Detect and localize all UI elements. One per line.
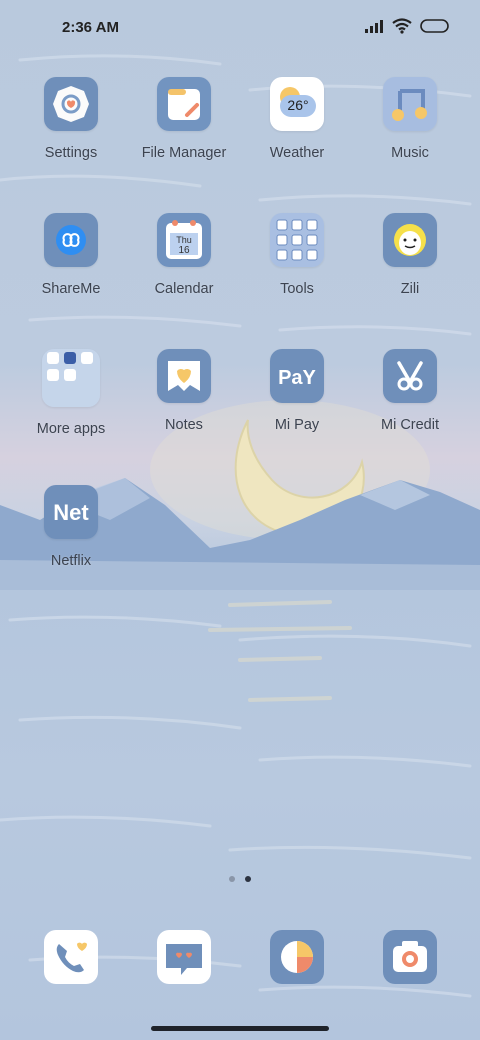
app-label: Netflix: [50, 553, 92, 569]
more-apps-icon: [42, 349, 100, 407]
dock-browser[interactable]: [270, 930, 324, 984]
app-label: Calendar: [154, 281, 214, 297]
app-label: Settings: [44, 145, 98, 161]
app-weather[interactable]: 26° Weather: [241, 77, 353, 189]
app-music[interactable]: Music: [354, 77, 466, 189]
calendar-day: Thu: [176, 235, 192, 245]
dock-camera[interactable]: [383, 930, 437, 984]
app-label: Mi Credit: [380, 417, 439, 433]
tools-icon: [270, 213, 324, 267]
status-time: 2:36 AM: [62, 19, 119, 36]
weather-icon: 26°: [270, 77, 324, 131]
mi-credit-icon: [383, 349, 437, 403]
page-dot: [229, 876, 235, 882]
app-label: Weather: [269, 145, 325, 161]
home-indicator[interactable]: [151, 1026, 329, 1031]
app-tools[interactable]: Tools: [241, 213, 353, 325]
dock: [0, 926, 480, 986]
app-label: Tools: [280, 281, 314, 297]
dock-phone[interactable]: [44, 930, 98, 984]
app-label: Mi Pay: [274, 417, 320, 433]
battery-icon: [420, 19, 450, 33]
weather-temperature: 26°: [287, 97, 308, 113]
app-file-manager[interactable]: File Manager: [128, 77, 240, 189]
messages-icon: [157, 930, 211, 984]
phone-icon: [44, 930, 98, 984]
shareme-icon: [44, 213, 98, 267]
status-bar: 2:36 AM: [0, 0, 480, 56]
status-icons: [364, 18, 450, 34]
app-more-apps[interactable]: More apps: [15, 349, 127, 461]
browser-icon: [270, 930, 324, 984]
app-label: File Manager: [141, 145, 227, 161]
app-notes[interactable]: Notes: [128, 349, 240, 461]
page-indicator: [0, 876, 480, 882]
wifi-icon: [392, 18, 412, 34]
app-mi-credit[interactable]: Mi Credit: [354, 349, 466, 461]
mi-pay-icon: PaY: [270, 349, 324, 403]
music-icon: [383, 77, 437, 131]
signal-icon: [364, 19, 384, 33]
camera-icon: [383, 930, 437, 984]
app-zili[interactable]: Zili: [354, 213, 466, 325]
app-netflix[interactable]: Net Netflix: [15, 485, 127, 597]
app-label: Notes: [165, 417, 203, 433]
app-shareme[interactable]: ShareMe: [15, 213, 127, 325]
app-settings[interactable]: Settings: [15, 77, 127, 189]
page-dot-active: [245, 876, 251, 882]
dock-messages[interactable]: [157, 930, 211, 984]
app-label: ShareMe: [41, 281, 101, 297]
app-label: Zili: [400, 281, 420, 297]
app-label: More apps: [36, 421, 106, 437]
app-calendar[interactable]: Thu 16 Calendar: [128, 213, 240, 325]
calendar-icon: Thu 16: [157, 213, 211, 267]
zili-icon: [383, 213, 437, 267]
netflix-icon: Net: [44, 485, 98, 539]
app-mi-pay[interactable]: PaY Mi Pay: [241, 349, 353, 461]
calendar-date: 16: [178, 245, 190, 256]
settings-icon: [44, 77, 98, 131]
app-label: Music: [391, 145, 429, 161]
netflix-text: Net: [53, 500, 89, 525]
notes-icon: [157, 349, 211, 403]
mi-pay-text: PaY: [278, 367, 316, 389]
file-manager-icon: [157, 77, 211, 131]
